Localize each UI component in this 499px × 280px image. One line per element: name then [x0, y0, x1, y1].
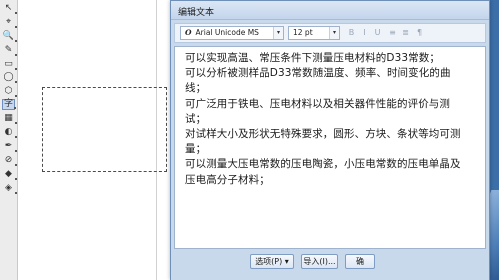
pick-tool-icon[interactable]: ↖	[2, 3, 17, 14]
fill-tool-icon[interactable]: ◆	[2, 169, 17, 180]
dialog-button-bar: 选项(P) ▾ 导入(I)... 确	[171, 249, 489, 280]
flyout-indicator	[15, 95, 17, 97]
flyout-indicator	[15, 81, 17, 83]
chevron-down-icon[interactable]: ▾	[273, 27, 283, 39]
ok-button[interactable]: 确	[345, 254, 375, 269]
text-line[interactable]: 可以分析被测样品D33常数随温度、频率、时间变化的曲	[185, 66, 480, 81]
table-tool-icon[interactable]: ▦	[2, 113, 17, 124]
italic-icon[interactable]: I	[360, 28, 369, 38]
freehand-tool-icon[interactable]: ✎	[2, 45, 17, 56]
text-line[interactable]: 可以测量大压电常数的压电陶瓷，小压电常数的压电单晶及	[185, 157, 480, 172]
chevron-down-icon[interactable]: ▾	[329, 27, 339, 39]
flyout-indicator	[15, 26, 17, 28]
edit-text-dialog: 编辑文本 O Arial Unicode MS ▾ 12 pt ▾ B I U ≡…	[170, 0, 490, 280]
outline-tool-icon[interactable]: ⊘	[2, 155, 17, 166]
font-size-select[interactable]: 12 pt ▾	[288, 26, 340, 40]
zoom-tool-icon[interactable]: 🔍	[2, 31, 17, 42]
shape-tool-icon[interactable]: ⌖	[2, 17, 17, 28]
eyedropper-tool-icon[interactable]: ✒	[2, 141, 17, 152]
flyout-indicator	[15, 40, 17, 42]
flyout-indicator	[15, 136, 17, 138]
text-line[interactable]: 可广泛用于铁电、压电材料以及相关器件性能的评价与测	[185, 97, 480, 112]
bold-icon[interactable]: B	[347, 28, 356, 38]
underline-icon[interactable]: U	[373, 28, 382, 38]
flyout-indicator	[14, 107, 16, 109]
import-button[interactable]: 导入(I)...	[301, 254, 338, 269]
flyout-indicator	[15, 164, 17, 166]
flyout-indicator	[15, 178, 17, 180]
interactive-fill-tool-icon[interactable]: ◈	[2, 183, 17, 194]
text-content[interactable]: 可以实现高温、常压条件下测量压电材料的D33常数； 可以分析被测样品D33常数随温…	[185, 51, 480, 188]
text-line[interactable]: 线；	[185, 81, 480, 96]
rectangle-tool-icon[interactable]: ▭	[2, 59, 17, 70]
text-line[interactable]: 对试样大小及形状无特殊要求，圆形、方块、条状等均可测	[185, 127, 480, 142]
flyout-indicator	[15, 68, 17, 70]
text-tool-icon[interactable]: 字	[2, 99, 16, 110]
text-line[interactable]: 量；	[185, 142, 480, 157]
text-line[interactable]: 可以实现高温、常压条件下测量压电材料的D33常数；	[185, 51, 480, 66]
font-size-value: 12 pt	[293, 28, 313, 37]
format-toolbar: O Arial Unicode MS ▾ 12 pt ▾ B I U ≡ ≣ ¶	[174, 23, 486, 43]
paragraph-text-frame[interactable]	[42, 87, 167, 172]
interactive-tool-icon[interactable]: ◐	[2, 127, 17, 138]
app-window: ↖ ⌖ 🔍 ✎ ▭ ◯ ⬡ 字 ▦ ◐ ✒ ⊘ ◆ ◈ 编辑文本 O Arial Unicode MS ▾ …	[0, 0, 499, 280]
dialog-title: 编辑文本	[178, 8, 215, 18]
flyout-indicator	[15, 192, 17, 194]
paragraph-icon[interactable]: ¶	[415, 28, 424, 38]
text-line[interactable]: 试；	[185, 112, 480, 127]
opentype-font-icon: O	[185, 28, 192, 37]
polygon-tool-icon[interactable]: ⬡	[2, 86, 17, 97]
options-button[interactable]: 选项(P) ▾	[250, 254, 294, 269]
font-name-select[interactable]: O Arial Unicode MS ▾	[180, 26, 284, 40]
text-line[interactable]: 压电高分子材料；	[185, 173, 480, 188]
text-edit-area[interactable]: 可以实现高温、常压条件下测量压电材料的D33常数； 可以分析被测样品D33常数随温…	[174, 46, 486, 249]
bullet-list-icon[interactable]: ≣	[401, 28, 410, 38]
flyout-indicator	[15, 150, 17, 152]
dialog-title-bar[interactable]: 编辑文本	[171, 1, 489, 20]
align-icon[interactable]: ≡	[388, 28, 397, 38]
toolbox: ↖ ⌖ 🔍 ✎ ▭ ◯ ⬡ 字 ▦ ◐ ✒ ⊘ ◆ ◈	[0, 0, 18, 280]
ellipse-tool-icon[interactable]: ◯	[2, 72, 17, 83]
flyout-indicator	[15, 54, 17, 56]
flyout-indicator	[15, 122, 17, 124]
flyout-indicator	[15, 12, 17, 14]
font-name-value: Arial Unicode MS	[195, 28, 259, 37]
